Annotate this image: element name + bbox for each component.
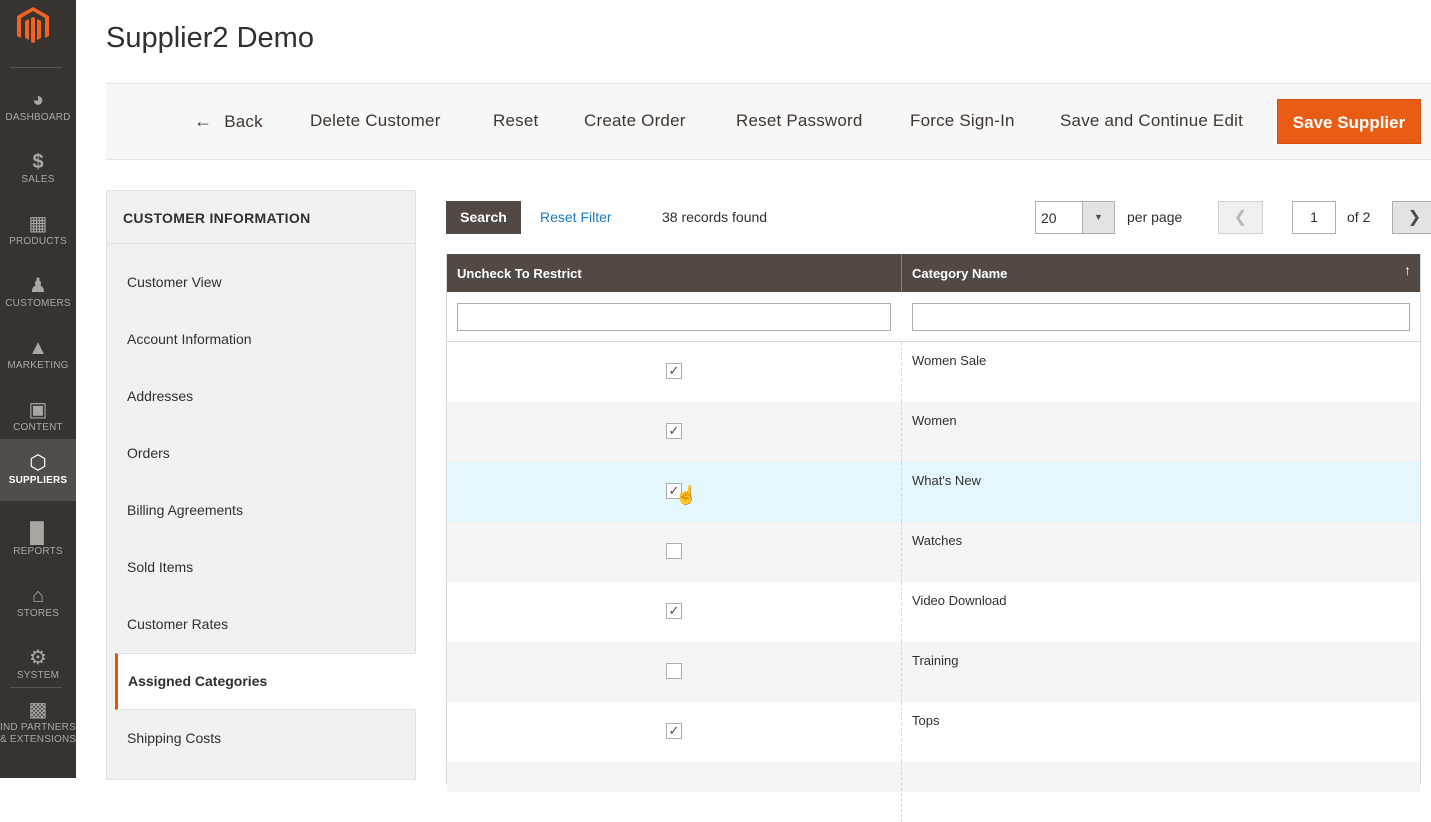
table-row[interactable]	[447, 762, 1420, 822]
tab-sold-items[interactable]: Sold Items	[127, 559, 193, 575]
nav-item-suppliers[interactable]: ⬡ SUPPLIERS	[0, 439, 76, 501]
caret-down-icon[interactable]: ▼	[1082, 202, 1114, 233]
grid-header: Uncheck To Restrict Category Name ↑	[447, 254, 1420, 292]
records-count: 38 records found	[662, 209, 768, 225]
nav-item-partners-extensions[interactable]: ▩ IND PARTNERS & EXTENSIONS	[0, 692, 76, 762]
tab-account-information[interactable]: Account Information	[127, 331, 252, 347]
force-sign-in-button[interactable]: Force Sign-In	[910, 111, 1015, 131]
reset-password-button[interactable]: Reset Password	[736, 111, 863, 131]
blocks-icon: ▩	[28, 699, 48, 721]
tab-assigned-categories[interactable]: Assigned Categories	[115, 653, 417, 710]
nav-divider	[10, 67, 62, 68]
filter-row	[447, 292, 1420, 342]
page-title: Supplier2 Demo	[106, 22, 314, 54]
admin-sidebar: ◕ DASHBOARD $ SALES ▦ PRODUCTS ♟ CUSTOME…	[0, 0, 76, 778]
restrict-checkbox[interactable]	[666, 663, 682, 679]
hand-cursor-icon: ☝	[675, 485, 698, 505]
category-name: What's New	[912, 473, 981, 488]
nav-item-customers[interactable]: ♟ CUSTOMERS	[0, 266, 76, 328]
table-row[interactable]: ✓ ☝ What's New	[447, 462, 1420, 522]
search-button[interactable]: Search	[446, 201, 521, 234]
tab-orders[interactable]: Orders	[127, 445, 170, 461]
hexagon-icon: ⬡	[29, 452, 47, 474]
nav-item-reports[interactable]: ▉ REPORTS	[0, 514, 76, 576]
category-name: Tops	[912, 713, 940, 728]
restrict-checkbox[interactable]: ✓	[666, 603, 682, 619]
table-row[interactable]: ✓ Tops	[447, 702, 1420, 762]
tab-customer-rates[interactable]: Customer Rates	[127, 616, 228, 632]
category-name: Training	[912, 653, 959, 668]
arrow-left-icon: ←	[194, 111, 213, 131]
column-separator	[901, 402, 902, 462]
dollar-icon: $	[32, 151, 44, 173]
table-row[interactable]: ✓ Video Download	[447, 582, 1420, 642]
nav-item-stores[interactable]: ⌂ STORES	[0, 576, 76, 638]
tabs-title: CUSTOMER INFORMATION	[123, 210, 311, 226]
previous-page-button[interactable]: ❮	[1218, 201, 1263, 234]
sort-arrow-up-icon[interactable]: ↑	[1404, 262, 1411, 278]
table-row[interactable]: Training	[447, 642, 1420, 702]
nav-item-dashboard[interactable]: ◕ DASHBOARD	[0, 80, 76, 142]
total-pages-label: of 2	[1347, 209, 1371, 225]
nav-divider	[10, 687, 62, 688]
person-icon: ♟	[29, 275, 47, 297]
tab-shipping-costs[interactable]: Shipping Costs	[127, 730, 221, 746]
column-separator	[901, 702, 902, 762]
category-name-filter-input[interactable]	[912, 303, 1410, 331]
nav-item-sales[interactable]: $ SALES	[0, 142, 76, 204]
delete-customer-button[interactable]: Delete Customer	[310, 111, 441, 131]
per-page-value: 20	[1041, 210, 1057, 226]
column-separator	[901, 342, 902, 402]
current-page-input[interactable]: 1	[1292, 201, 1336, 234]
table-row[interactable]: ✓ Women	[447, 402, 1420, 462]
column-separator	[901, 254, 902, 292]
restrict-checkbox[interactable]: ✓	[666, 723, 682, 739]
gear-icon: ⚙	[29, 647, 47, 669]
column-separator	[901, 462, 902, 522]
tab-addresses[interactable]: Addresses	[127, 388, 193, 404]
box-icon: ▦	[28, 213, 48, 235]
nav-item-products[interactable]: ▦ PRODUCTS	[0, 204, 76, 266]
tab-customer-view[interactable]: Customer View	[127, 274, 222, 290]
divider	[107, 243, 415, 244]
category-name: Video Download	[912, 593, 1007, 608]
categories-grid: Uncheck To Restrict Category Name ↑ ✓ Wo…	[446, 254, 1421, 822]
column-header-restrict[interactable]: Uncheck To Restrict	[457, 266, 582, 281]
customer-information-tabs: CUSTOMER INFORMATION Customer View Accou…	[106, 190, 417, 780]
table-row[interactable]: ✓ Women Sale	[447, 342, 1420, 402]
per-page-label: per page	[1127, 209, 1183, 225]
restrict-checkbox[interactable]: ✓	[666, 363, 682, 379]
megaphone-icon: ▲	[28, 337, 48, 359]
create-order-button[interactable]: Create Order	[584, 111, 686, 131]
page-actions-toolbar: ← Back Delete Customer Reset Create Order…	[106, 83, 1431, 160]
column-separator	[901, 642, 902, 702]
restrict-filter-input[interactable]	[457, 303, 891, 331]
dashboard-icon: ◕	[31, 89, 45, 111]
restrict-checkbox[interactable]: ✓	[666, 423, 682, 439]
magento-logo-icon[interactable]	[14, 5, 52, 47]
save-supplier-button[interactable]: Save Supplier	[1277, 99, 1421, 144]
column-separator	[901, 762, 902, 822]
save-and-continue-button[interactable]: Save and Continue Edit	[1060, 111, 1243, 131]
tab-billing-agreements[interactable]: Billing Agreements	[127, 502, 243, 518]
category-name: Watches	[912, 533, 963, 548]
restrict-checkbox[interactable]	[666, 543, 682, 559]
table-row[interactable]: Watches	[447, 522, 1420, 582]
reset-filter-link[interactable]: Reset Filter	[540, 209, 612, 225]
per-page-select[interactable]: 20 ▼	[1035, 201, 1115, 234]
bar-chart-icon: ▉	[30, 523, 46, 545]
column-separator	[901, 522, 902, 582]
next-page-button[interactable]: ❯	[1392, 201, 1431, 234]
category-name: Women Sale	[912, 353, 987, 368]
category-name: Women	[912, 413, 957, 428]
store-icon: ⌂	[31, 585, 45, 607]
column-separator	[901, 582, 902, 642]
nav-item-marketing[interactable]: ▲ MARKETING	[0, 328, 76, 390]
nav-item-system[interactable]: ⚙ SYSTEM	[0, 638, 76, 700]
back-button[interactable]: ← Back	[194, 111, 263, 132]
reset-button[interactable]: Reset	[493, 111, 538, 131]
column-header-category-name[interactable]: Category Name	[912, 266, 1007, 281]
layout-icon: ▣	[28, 399, 48, 421]
